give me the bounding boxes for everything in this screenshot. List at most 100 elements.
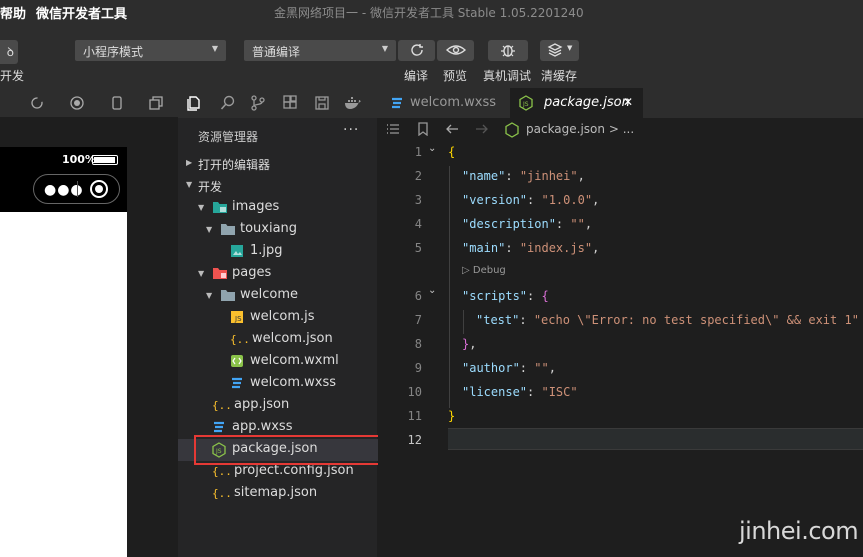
fold-chevron-icon[interactable]: ⌄: [428, 285, 436, 296]
tree-item-images[interactable]: ▼ images: [0, 197, 378, 219]
dev-toggle-button[interactable]: ꝺ: [0, 40, 18, 64]
svg-text:{..}: {..}: [212, 487, 230, 500]
tree-item-label: app.json: [234, 397, 290, 412]
breadcrumb-bar: package.json > ...: [378, 118, 863, 142]
js-file-icon: JS: [230, 310, 244, 328]
save-icon[interactable]: [314, 95, 330, 111]
title-bar: 帮助 微信开发者工具 金黑网络项目一 - 微信开发者工具 Stable 1.05…: [0, 0, 863, 24]
svg-text:JS: JS: [522, 101, 529, 108]
clear-cache-button[interactable]: ▼: [540, 40, 579, 61]
line-number: 1: [414, 145, 422, 159]
tree-item-touxiang[interactable]: ▼ touxiang: [0, 219, 378, 241]
eye-icon: [446, 45, 466, 55]
files-icon[interactable]: [186, 95, 202, 111]
explorer-more-button[interactable]: ···: [343, 122, 359, 138]
code-line: },: [462, 337, 477, 351]
extensions-icon[interactable]: [282, 95, 298, 111]
preview-button[interactable]: [437, 40, 474, 61]
debug-codelens[interactable]: ▷ Debug: [462, 265, 506, 276]
tree-item-label: welcom.wxss: [250, 375, 337, 390]
chevron-down-icon: ▼: [198, 269, 205, 278]
tree-item-welcome[interactable]: ▼ welcome: [0, 285, 378, 307]
tree-item-label: project.config.json: [234, 463, 354, 478]
project-section[interactable]: ▼ 开发: [178, 175, 378, 197]
indent-guide: [449, 166, 450, 408]
wxml-file-icon: [230, 354, 244, 372]
compile-mode-select[interactable]: 普通编译 ▼: [244, 40, 396, 61]
svg-text:{..}: {..}: [212, 399, 230, 412]
forward-arrow-icon[interactable]: [475, 122, 489, 136]
compile-label: 编译: [404, 69, 429, 83]
tree-item-label: welcome: [240, 287, 299, 302]
remote-debug-button[interactable]: [488, 40, 528, 61]
chevron-down-icon: ▼: [198, 203, 205, 212]
tree-item-pages[interactable]: ▼ pages: [0, 263, 378, 285]
svg-text:{..}: {..}: [230, 333, 248, 346]
stop-icon[interactable]: [70, 96, 84, 110]
indent-guide: [463, 310, 464, 334]
pages-folder-icon: [212, 266, 228, 284]
popout-icon[interactable]: [149, 96, 163, 110]
search-icon[interactable]: [220, 95, 236, 111]
tree-item-sitemap-json[interactable]: {..} sitemap.json: [0, 483, 378, 505]
watermark: jinhei.com: [739, 517, 859, 545]
breadcrumb-path[interactable]: package.json > ...: [526, 122, 634, 136]
source-control-icon[interactable]: [250, 95, 266, 111]
tree-item-welcom-wxss[interactable]: welcom.wxss: [0, 373, 378, 395]
css-file-icon: [392, 97, 402, 109]
tree-item-app-json[interactable]: {..} app.json: [0, 395, 378, 417]
tree-item-welcom-json[interactable]: {..} welcom.json: [0, 329, 378, 351]
menu-help[interactable]: 帮助: [0, 3, 26, 22]
list-icon[interactable]: [386, 123, 400, 135]
tree-item-1-jpg[interactable]: 1.jpg: [0, 241, 378, 263]
bookmark-icon[interactable]: [417, 122, 429, 136]
docker-icon[interactable]: [344, 95, 362, 111]
mode-select[interactable]: 小程序模式 ▼: [75, 40, 226, 61]
phone-icon[interactable]: [110, 96, 124, 110]
image-file-icon: [230, 244, 244, 262]
tree-item-welcom-wxml[interactable]: welcom.wxml: [0, 351, 378, 373]
svg-text:JS: JS: [234, 315, 242, 323]
open-editors-section[interactable]: ▶ 打开的编辑器: [178, 153, 378, 175]
tree-item-label: welcom.js: [250, 309, 315, 324]
rotate-icon[interactable]: [30, 96, 44, 110]
json-file-icon: {..}: [212, 486, 239, 504]
code-line: "description": "",: [462, 217, 593, 231]
tab-label: package.json: [544, 95, 630, 110]
line-number: 12: [407, 433, 422, 447]
tree-item-label: images: [232, 199, 280, 214]
line-number: 9: [414, 361, 422, 375]
explorer-title: 资源管理器: [198, 130, 259, 144]
code-icon: ꝺ: [6, 45, 14, 59]
tree-item-label: welcom.json: [252, 331, 333, 346]
refresh-icon: [411, 44, 423, 56]
line-number: 6: [414, 289, 422, 303]
folder-icon: [220, 222, 236, 240]
toolbar: ꝺ 开发 小程序模式 ▼ 普通编译 ▼ 编译 预览 真机调试 ▼ 清缓存: [0, 24, 863, 88]
code-line: "scripts": {: [462, 289, 549, 303]
editor-tab-bar: welcom.wxss JS package.json ✕: [378, 88, 863, 118]
simulator-toolbar: [0, 88, 178, 118]
compile-select-value: 普通编译: [252, 45, 301, 59]
red-highlight-box: [194, 435, 386, 465]
line-number: 3: [414, 193, 422, 207]
tree-item-label: welcom.wxml: [250, 353, 339, 368]
line-number: 8: [414, 337, 422, 351]
current-line-highlight: [448, 428, 863, 450]
tree-item-welcom-js[interactable]: JS welcom.js: [0, 307, 378, 329]
back-arrow-icon[interactable]: [445, 122, 459, 136]
compile-button[interactable]: [398, 40, 435, 61]
chevron-right-icon: ▶: [186, 158, 193, 167]
node-file-icon: JS: [519, 95, 533, 111]
tab-package-json[interactable]: JS package.json ✕: [510, 88, 643, 118]
close-target-icon[interactable]: [90, 180, 108, 198]
caret-down-icon: ▼: [211, 44, 218, 53]
menu-wechat-devtools[interactable]: 微信开发者工具: [36, 3, 127, 22]
close-icon[interactable]: ✕: [623, 95, 633, 109]
battery-percentage: 100%: [62, 153, 96, 166]
tab-welcom-wxss[interactable]: welcom.wxss: [378, 88, 510, 118]
code-editor[interactable]: [378, 142, 863, 557]
fold-chevron-icon[interactable]: ⌄: [428, 143, 436, 154]
json-file-icon: {..}: [212, 464, 239, 482]
wxss-file-icon: [230, 376, 244, 394]
